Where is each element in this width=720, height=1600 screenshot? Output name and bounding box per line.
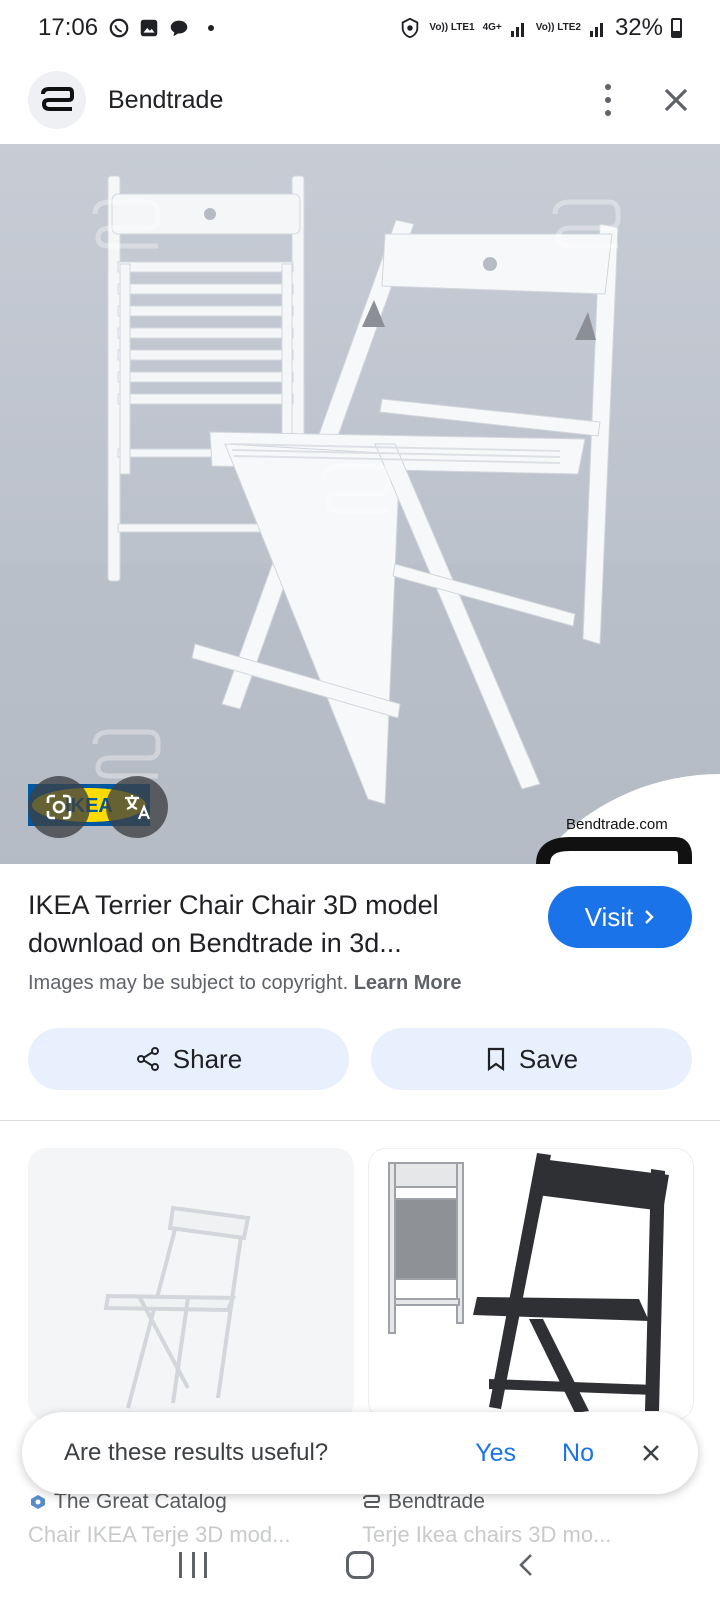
more-options-icon[interactable] (596, 80, 620, 120)
lens-icon (46, 794, 72, 820)
google-lens-button[interactable] (28, 776, 90, 838)
back-icon[interactable] (513, 1551, 541, 1579)
home-icon[interactable] (345, 1551, 374, 1579)
white-chair-thumbnail (103, 1205, 251, 1409)
share-icon (136, 1047, 159, 1071)
status-bar: 17:06 Vo)) LTE1 4G+ Vo)) LTE2 32% (0, 0, 720, 56)
network-lte2: Vo)) LTE2 (535, 22, 581, 33)
related-image[interactable] (368, 1148, 694, 1420)
visit-button[interactable]: Visit (548, 886, 692, 948)
battery-icon (671, 18, 682, 38)
network-4g: 4G+ (482, 22, 502, 33)
copyright-text: Images may be subject to copyright. (28, 972, 349, 994)
feedback-card: Are these results useful? Yes No (22, 1412, 698, 1494)
chair-illustration: IKEA (0, 175, 720, 864)
chat-bubble-icon (170, 20, 188, 37)
signal-icon (510, 23, 524, 37)
learn-more-link[interactable]: Learn More (354, 972, 462, 994)
save-button[interactable]: Save (371, 1028, 692, 1090)
copyright-notice: Images may be subject to copyright. Lear… (28, 972, 462, 995)
share-button[interactable]: Share (28, 1028, 349, 1090)
share-label: Share (172, 1043, 243, 1074)
close-icon[interactable] (660, 84, 692, 116)
recent-apps-icon[interactable] (179, 1552, 208, 1578)
system-nav-bar (0, 1530, 720, 1600)
battery-percent: 32% (614, 14, 663, 41)
data-saver-icon (402, 17, 419, 39)
visit-label: Visit (584, 901, 634, 932)
bookmark-icon (487, 1047, 504, 1072)
source-favicon-icon (31, 1495, 45, 1509)
whatsapp-icon (109, 18, 129, 38)
black-chair-thumbnail (388, 1153, 669, 1413)
related-image[interactable] (28, 1148, 354, 1420)
site-favicon (28, 71, 86, 129)
close-icon[interactable] (640, 1442, 662, 1464)
feedback-question: Are these results useful? (64, 1439, 329, 1466)
result-header: Bendtrade (0, 62, 720, 138)
brand-caption: Bendtrade.com (566, 816, 668, 833)
chevron-right-icon (645, 910, 655, 924)
result-title[interactable]: IKEA Terrier Chair Chair 3D model downlo… (28, 886, 528, 962)
save-label: Save (518, 1043, 579, 1074)
action-row: Share Save (28, 1028, 692, 1090)
feedback-no-button[interactable]: No (562, 1439, 594, 1468)
bendtrade-logo-icon (536, 837, 692, 864)
bendtrade-logo-icon (41, 87, 74, 111)
translate-button[interactable] (106, 776, 168, 838)
signal-icon (589, 23, 603, 37)
site-name: Bendtrade (108, 85, 224, 114)
preview-image[interactable]: IKEA (0, 144, 720, 864)
bendtrade-logo-icon (363, 1495, 380, 1508)
section-divider (0, 1120, 720, 1121)
network-lte1: Vo)) LTE1 (429, 22, 475, 33)
translate-icon (125, 795, 151, 820)
gallery-icon (140, 19, 158, 37)
feedback-yes-button[interactable]: Yes (475, 1439, 516, 1468)
status-time: 17:06 (38, 14, 99, 41)
notification-dot (208, 25, 215, 31)
